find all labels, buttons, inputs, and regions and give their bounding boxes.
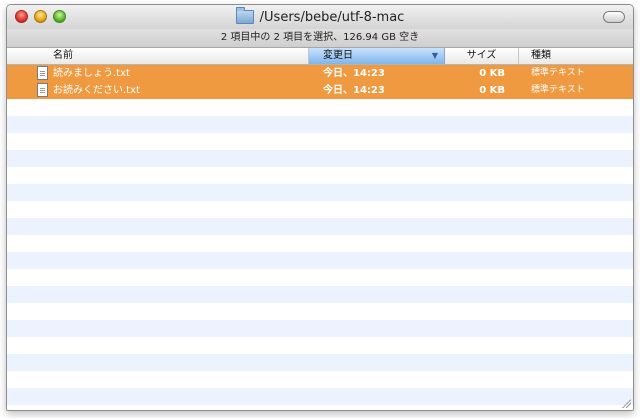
resize-grip-icon[interactable] [621, 398, 631, 408]
column-header: 名前 変更日 ▼ サイズ 種類 [7, 48, 633, 65]
file-list[interactable]: 読みましょう.txt 今日、14:23 0 KB 標準テキスト お読みください.… [7, 65, 633, 410]
empty-row [7, 405, 633, 410]
file-date: 今日、14:23 [323, 85, 385, 96]
file-row[interactable]: お読みください.txt 今日、14:23 0 KB 標準テキスト [7, 82, 633, 99]
text-file-icon [37, 66, 48, 80]
file-name: お読みください.txt [53, 85, 140, 96]
toolbar-toggle-button[interactable] [603, 11, 625, 23]
file-kind: 標準テキスト [531, 85, 585, 95]
text-file-icon [37, 83, 48, 97]
window-controls [15, 10, 66, 23]
file-size: 0 KB [479, 85, 505, 96]
finder-window: /Users/bebe/utf-8-mac 2 項目中の 2 項目を選択、126… [6, 4, 634, 411]
empty-row [7, 337, 633, 354]
empty-row [7, 99, 633, 116]
zoom-icon[interactable] [53, 10, 66, 23]
status-bar: 2 項目中の 2 項目を選択、126.94 GB 空き [7, 29, 633, 48]
empty-row [7, 116, 633, 133]
column-header-kind[interactable]: 種類 [519, 48, 633, 64]
column-header-size[interactable]: サイズ [445, 48, 519, 64]
window-title-text: /Users/bebe/utf-8-mac [259, 9, 405, 25]
file-name: 読みましょう.txt [53, 68, 130, 79]
close-icon[interactable] [15, 10, 28, 23]
empty-row [7, 252, 633, 269]
empty-row [7, 133, 633, 150]
empty-row [7, 286, 633, 303]
file-size: 0 KB [479, 68, 505, 79]
file-row[interactable]: 読みましょう.txt 今日、14:23 0 KB 標準テキスト [7, 65, 633, 82]
sort-descending-icon: ▼ [431, 51, 438, 60]
minimize-icon[interactable] [34, 10, 47, 23]
empty-row [7, 354, 633, 371]
empty-row [7, 235, 633, 252]
empty-row [7, 388, 633, 405]
file-kind: 標準テキスト [531, 68, 585, 78]
column-header-date[interactable]: 変更日 ▼ [309, 48, 445, 64]
empty-row [7, 269, 633, 286]
empty-row [7, 303, 633, 320]
folder-icon [235, 7, 254, 24]
empty-row [7, 371, 633, 388]
window-title: /Users/bebe/utf-8-mac [235, 7, 405, 25]
empty-row [7, 201, 633, 218]
empty-row [7, 167, 633, 184]
empty-row [7, 150, 633, 167]
empty-row [7, 218, 633, 235]
title-bar[interactable]: /Users/bebe/utf-8-mac [7, 5, 633, 29]
column-header-name[interactable]: 名前 [7, 48, 309, 64]
file-date: 今日、14:23 [323, 68, 385, 79]
empty-row [7, 320, 633, 337]
empty-row [7, 184, 633, 201]
column-header-date-label: 変更日 [323, 50, 353, 61]
